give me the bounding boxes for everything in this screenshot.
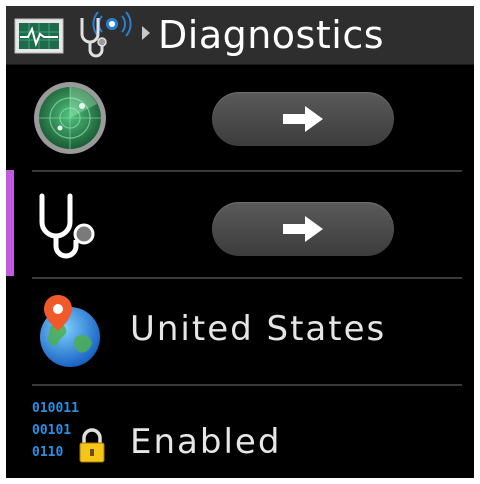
region-label: United States: [130, 309, 387, 349]
arrow-right-icon: [283, 216, 323, 242]
list-item-stethoscope[interactable]: [6, 172, 474, 278]
globe-location-icon: [40, 295, 100, 367]
arrow-right-icon: [283, 106, 323, 132]
radar-icon: [34, 82, 106, 154]
list-item-radar[interactable]: [6, 64, 474, 170]
stethoscope-wireless-icon: [80, 11, 132, 58]
binary-line: 010011: [32, 401, 79, 416]
stethoscope-icon: [39, 193, 95, 259]
list-item-encryption[interactable]: 010011 00101 0110 Enabled: [6, 386, 474, 478]
breadcrumb-arrow-icon: [142, 26, 150, 40]
monitor-icon: [14, 18, 64, 54]
page-title: Diagnostics: [158, 13, 385, 57]
title-bar: Diagnostics: [6, 6, 474, 65]
encryption-status: Enabled: [130, 422, 282, 462]
open-radar-button[interactable]: [212, 92, 394, 146]
binary-lock-icon: 010011 00101 0110: [32, 398, 112, 478]
lock-icon: [79, 428, 105, 463]
open-stethoscope-button[interactable]: [212, 202, 394, 256]
diagnostics-screen: Diagnostics United States 010011 00101 0…: [6, 6, 474, 478]
list-item-region[interactable]: United States: [6, 279, 474, 385]
